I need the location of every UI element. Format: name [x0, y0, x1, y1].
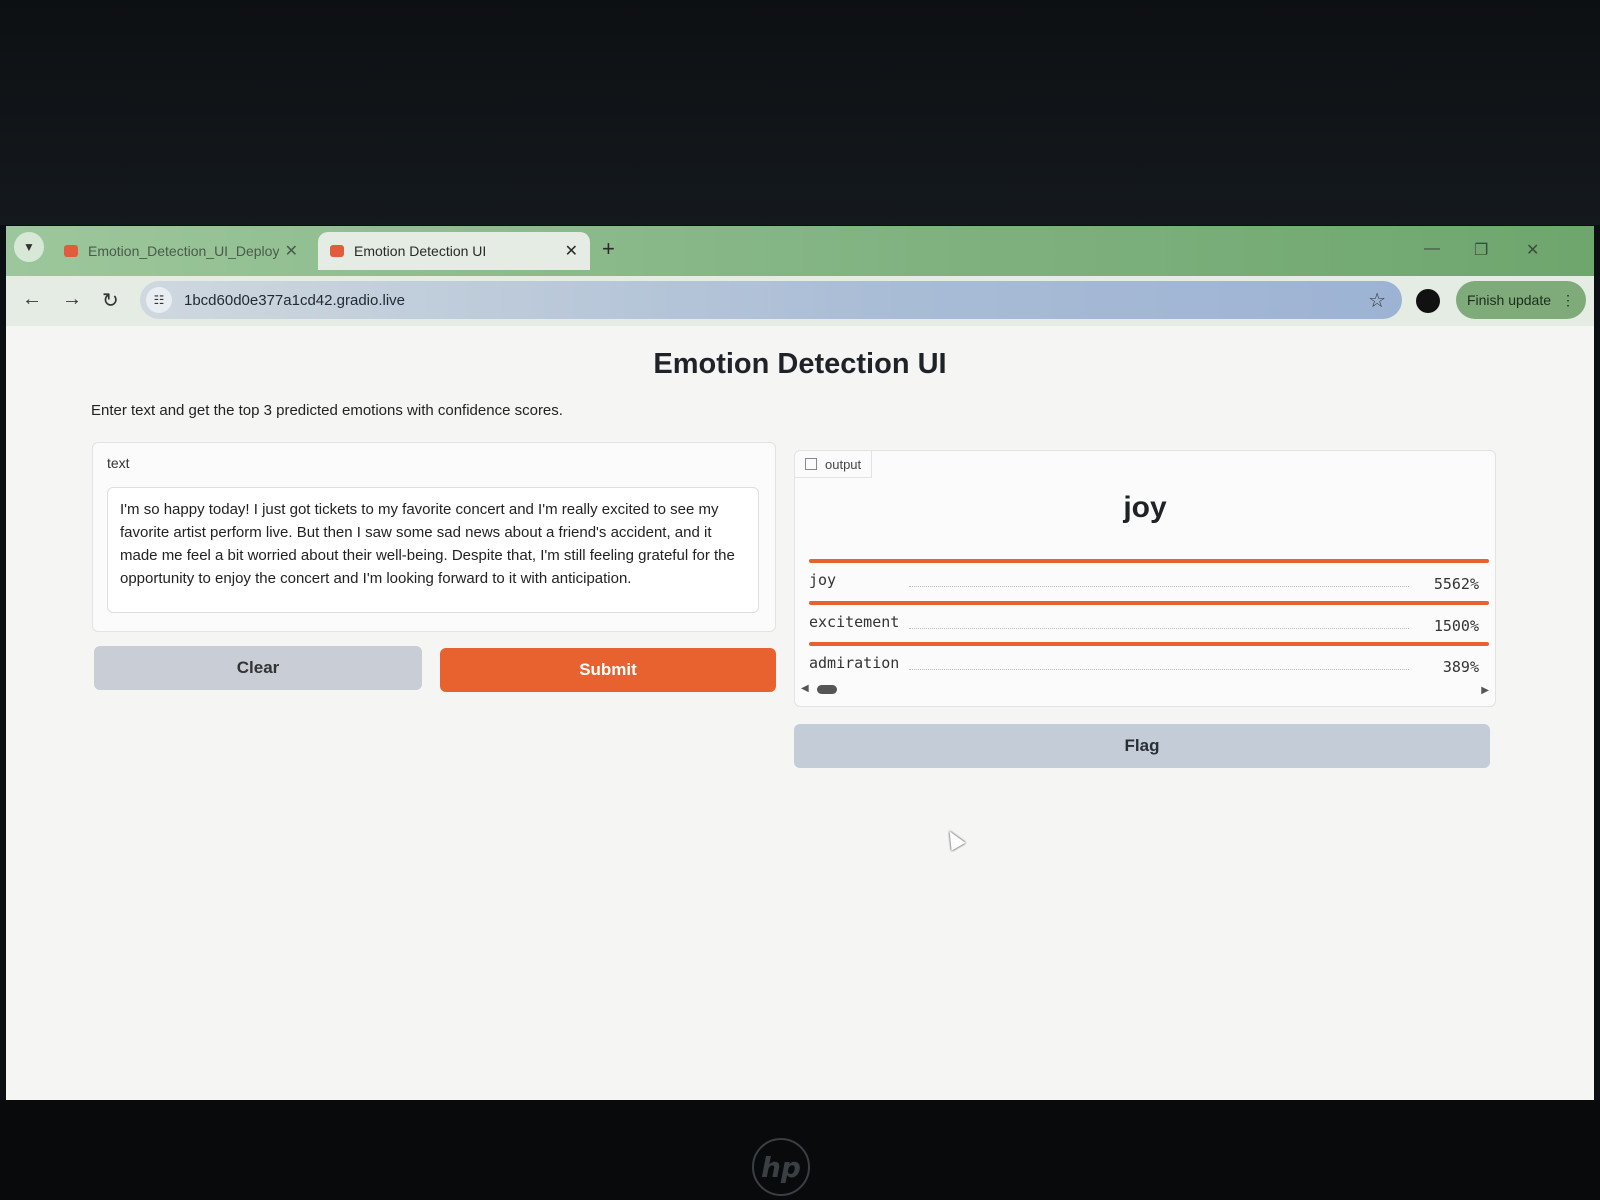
browser-toolbar: ← → ↻ ☷ 1bcd60d0e377a1cd42.gradio.live ☆…	[6, 276, 1594, 326]
confidence-leader	[909, 628, 1409, 629]
screen-bezel-top	[0, 0, 1600, 225]
tab-title: Emotion_Detection_UI_Deploym	[88, 243, 279, 259]
chevron-down-icon: ▼	[23, 240, 35, 254]
confidence-bar	[809, 601, 1489, 605]
hp-logo-icon: hp	[752, 1138, 810, 1196]
gradio-favicon-icon	[330, 245, 344, 257]
confidence-value: 389%	[1442, 658, 1479, 676]
tab-title: Emotion Detection UI	[354, 243, 487, 259]
scrollbar-thumb[interactable]	[817, 685, 837, 694]
tab-favicon-icon	[64, 245, 78, 257]
confidence-value: 1500%	[1433, 617, 1479, 635]
text-input-block: text I'm so happy today! I just got tick…	[92, 442, 776, 632]
tab-strip: ▼ Emotion_Detection_UI_Deploym ✕ Emotion…	[6, 226, 1594, 276]
gradio-page: Emotion Detection UI Enter text and get …	[6, 326, 1594, 1116]
page-description: Enter text and get the top 3 predicted e…	[91, 402, 563, 419]
bookmark-star-icon[interactable]: ☆	[1368, 288, 1386, 313]
more-vert-icon: ⋮	[1561, 291, 1576, 308]
minimize-icon[interactable]: —	[1424, 240, 1440, 258]
profile-avatar[interactable]	[1416, 289, 1440, 313]
horizontal-scrollbar[interactable]: ◀ ▶	[801, 683, 1489, 696]
confidence-row[interactable]: joy 5562%	[809, 559, 1489, 599]
top-prediction: joy	[1123, 491, 1167, 524]
reload-icon[interactable]: ↻	[102, 288, 119, 313]
site-settings-icon[interactable]: ☷	[146, 287, 172, 313]
restore-icon[interactable]: ❐	[1474, 240, 1488, 260]
confidence-row[interactable]: admiration 389%	[809, 642, 1489, 682]
confidence-leader	[909, 669, 1409, 670]
scroll-right-icon[interactable]: ▶	[1481, 685, 1489, 696]
back-arrow-icon[interactable]: ←	[22, 288, 42, 311]
address-bar[interactable]: ☷ 1bcd60d0e377a1cd42.gradio.live ☆	[140, 281, 1402, 319]
output-tag: output	[795, 451, 873, 478]
close-icon[interactable]: ✕	[565, 241, 578, 261]
confidence-label: admiration	[809, 654, 900, 672]
finish-update-label: Finish update	[1466, 292, 1552, 308]
confidence-value: 5562%	[1433, 575, 1479, 593]
submit-button[interactable]: Submit	[440, 648, 776, 692]
finish-update-button[interactable]: Finish update ⋮	[1456, 281, 1586, 319]
confidence-bar	[809, 559, 1489, 563]
page-title: Emotion Detection UI	[653, 348, 947, 380]
tab-emotion-detection-deploy[interactable]: Emotion_Detection_UI_Deploym ✕	[52, 232, 310, 270]
close-icon[interactable]: ✕	[285, 241, 298, 261]
plus-icon[interactable]: +	[602, 236, 615, 262]
text-input-field[interactable]: I'm so happy today! I just got tickets t…	[107, 487, 759, 613]
confidence-row[interactable]: excitement 1500%	[809, 601, 1489, 641]
scroll-left-icon[interactable]: ◀	[801, 683, 809, 694]
label-icon	[805, 458, 817, 470]
output-label: output	[825, 456, 862, 472]
confidence-bar	[809, 642, 1489, 646]
confidence-leader	[909, 586, 1409, 587]
confidence-label: joy	[809, 571, 837, 589]
browser-window: ▼ Emotion_Detection_UI_Deploym ✕ Emotion…	[6, 226, 1594, 1116]
url-text[interactable]: 1bcd60d0e377a1cd42.gradio.live	[184, 292, 405, 309]
tab-emotion-detection-ui[interactable]: Emotion Detection UI ✕	[318, 232, 590, 270]
clear-button[interactable]: Clear	[94, 646, 422, 690]
text-input-label: text	[107, 455, 130, 471]
output-label-block: output joy joy 5562% excitement 1500% ad…	[794, 450, 1496, 707]
confidence-label: excitement	[809, 613, 900, 631]
close-icon[interactable]: ✕	[1526, 240, 1539, 260]
forward-arrow-icon[interactable]: →	[62, 288, 82, 311]
tab-search-button[interactable]: ▼	[14, 232, 44, 262]
flag-button[interactable]: Flag	[794, 724, 1490, 768]
